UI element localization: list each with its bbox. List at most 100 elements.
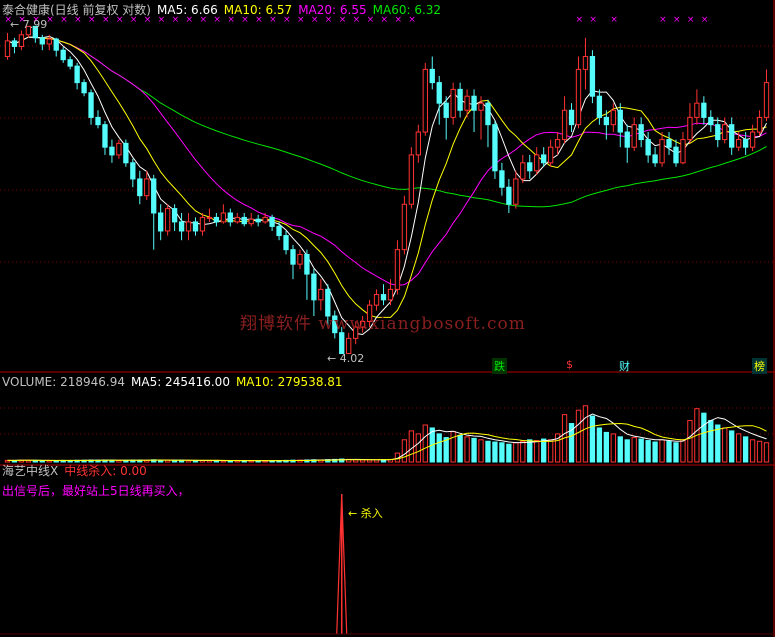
candle-body	[276, 225, 282, 237]
volume-bar	[408, 430, 415, 463]
candle-body	[589, 56, 596, 97]
volume-bar	[534, 440, 540, 463]
candle-body	[443, 102, 449, 118]
indicator-name: 海艺中线X	[2, 464, 59, 478]
candle-body	[436, 82, 442, 104]
candle-body	[241, 216, 247, 225]
volume-bar	[742, 436, 749, 463]
candle-body	[394, 249, 401, 290]
volume-bar	[443, 437, 449, 463]
ma5-line	[7, 35, 767, 336]
volume-bar	[492, 441, 498, 463]
candle-body	[464, 95, 470, 111]
volume-bar	[680, 439, 686, 463]
signal-label: ← 杀入	[348, 507, 383, 520]
candle-body	[130, 162, 136, 180]
high-price-label: ← 7.99	[10, 18, 48, 31]
candle-body	[631, 124, 637, 148]
candle-body	[297, 253, 303, 265]
volume-bar	[729, 430, 735, 463]
volume-bar	[624, 439, 630, 463]
candle-body	[485, 102, 491, 126]
ma10-line	[7, 36, 767, 318]
event-marker-dollar[interactable]: $	[566, 358, 573, 371]
candle-body	[715, 124, 721, 141]
volume-bar	[415, 433, 421, 463]
candle-body	[652, 154, 658, 164]
candle-body	[137, 178, 143, 197]
event-marker-fall[interactable]: 跌	[492, 358, 507, 374]
ma5-path	[7, 35, 767, 336]
candle-body	[192, 221, 199, 232]
volume-bar	[471, 437, 477, 463]
indicator-value: 中线杀入: 0.00	[64, 464, 147, 478]
candle-body	[687, 116, 693, 141]
candle-body	[178, 221, 185, 232]
candle-body	[18, 34, 25, 47]
candle-body	[722, 124, 728, 141]
volume-bar	[547, 439, 554, 463]
candle-body	[450, 88, 456, 118]
candle-body	[520, 162, 526, 180]
volume-header: VOLUME: 218946.94 MA5: 245416.00 MA10: 279…	[2, 375, 349, 389]
volume-bar	[450, 431, 456, 463]
candle-body	[673, 146, 679, 164]
candle-body	[311, 273, 317, 301]
event-marker-ranking[interactable]: 榜	[752, 358, 767, 374]
candle-body	[199, 216, 206, 232]
candle-body	[694, 102, 700, 118]
watermark: 翔博软件 www.xiangbosoft.com	[240, 314, 526, 334]
event-marker-finance[interactable]: 财	[619, 358, 630, 374]
volume-ma10-label: MA10: 279538.81	[235, 375, 343, 389]
candle-body	[429, 68, 435, 84]
candle-body	[206, 216, 213, 219]
volume-bar	[499, 442, 505, 463]
candle-body	[666, 139, 672, 148]
candle-body	[234, 216, 240, 223]
volume-value-label: VOLUME: 218946.94	[2, 375, 125, 389]
candle-body	[645, 139, 651, 156]
volume-bar	[464, 436, 470, 463]
candle-body	[534, 154, 540, 172]
candle-body	[213, 216, 220, 223]
candle-body	[729, 124, 735, 148]
volume-bar	[457, 434, 463, 463]
candle-body	[318, 288, 324, 301]
volume-bar	[645, 440, 651, 463]
candle-body	[304, 253, 310, 275]
candle-body	[506, 186, 512, 205]
candle-body	[568, 109, 575, 126]
volume-bar	[478, 439, 484, 463]
candle-body	[541, 154, 547, 164]
candle-body	[116, 142, 122, 156]
candle-body	[408, 154, 415, 205]
candle-body	[269, 216, 275, 227]
candle-body	[736, 139, 742, 148]
volume-bar	[366, 459, 373, 463]
ma5-label: MA5: 6.66	[157, 3, 218, 17]
indicator-header: 海艺中线X 中线杀入: 0.00	[2, 464, 153, 478]
candle-body	[387, 288, 394, 301]
volume-bar	[749, 439, 756, 463]
candle-body	[680, 139, 686, 164]
candle-body	[547, 146, 554, 164]
candle-body	[88, 92, 94, 118]
volume-bar	[687, 420, 693, 463]
candle-body	[763, 82, 770, 118]
candle-body	[554, 139, 561, 148]
top-signal-marker: ×	[701, 15, 709, 25]
volume-bar	[631, 437, 637, 463]
candle-body	[283, 235, 289, 251]
candle-body	[74, 65, 80, 84]
low-price-label: ← 4.02	[327, 352, 365, 365]
candle-body	[659, 139, 665, 164]
candle-body	[109, 146, 115, 156]
volume-bar	[715, 424, 721, 463]
volume-bar	[708, 420, 714, 463]
volume-bar	[652, 441, 658, 463]
ma60-label: MA60: 6.32	[372, 3, 442, 17]
volume-bar	[401, 439, 408, 463]
candle-body	[53, 38, 59, 51]
candle-body	[67, 59, 73, 67]
candle-body	[262, 216, 268, 223]
